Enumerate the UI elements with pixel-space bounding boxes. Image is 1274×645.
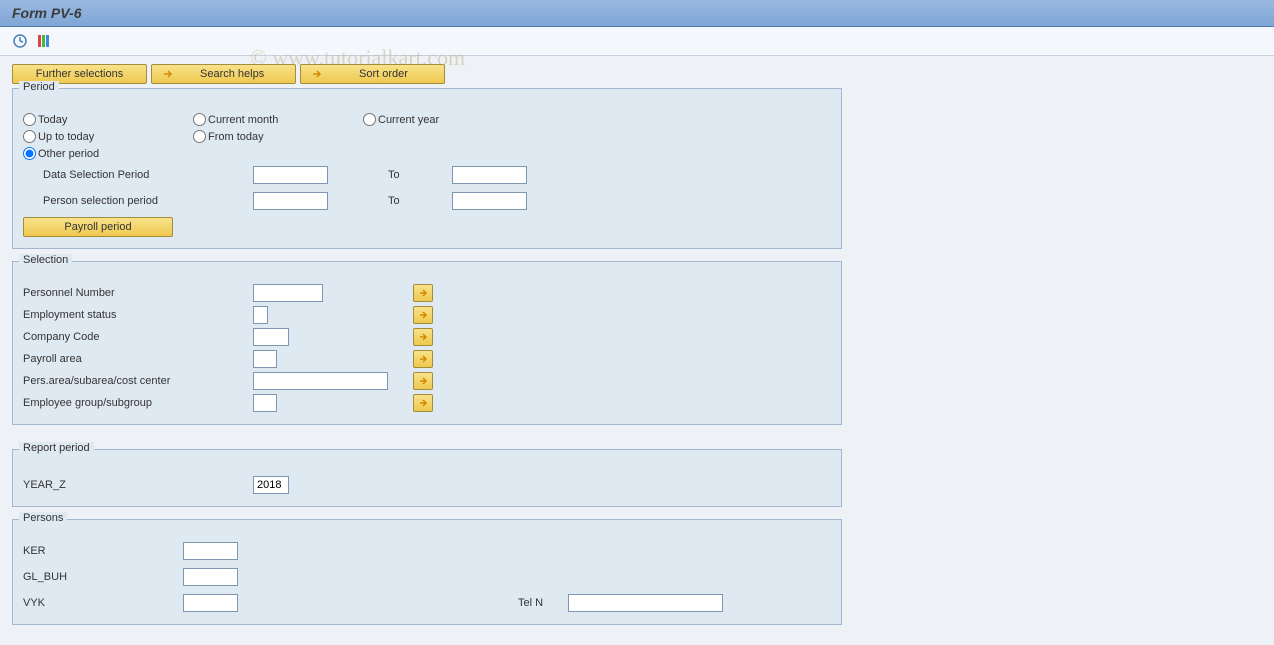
radio-current-year[interactable]: Current year <box>363 113 533 126</box>
persons-group: Persons KER GL_BUH VYK Tel N <box>12 519 842 625</box>
pers-area-label: Pers.area/subarea/cost center <box>23 375 253 387</box>
radio-current-month[interactable]: Current month <box>193 113 363 126</box>
arrow-right-icon <box>418 310 428 320</box>
list-icon[interactable] <box>36 33 52 49</box>
page-title: Form PV-6 <box>12 5 82 21</box>
toolbar <box>0 27 1274 56</box>
gl-buh-input[interactable] <box>183 568 238 586</box>
radio-label: From today <box>208 131 264 143</box>
radio-up-to-today[interactable]: Up to today <box>23 130 193 143</box>
arrow-right-icon <box>311 69 323 79</box>
arrow-right-icon <box>418 398 428 408</box>
arrow-right-icon <box>418 376 428 386</box>
ker-label: KER <box>23 545 183 557</box>
group-legend: Persons <box>19 512 67 524</box>
search-helps-button[interactable]: Search helps <box>151 64 296 84</box>
person-selection-from-input[interactable] <box>253 192 328 210</box>
radio-label: Current year <box>378 114 439 126</box>
arrow-right-icon <box>418 354 428 364</box>
radio-label: Today <box>38 114 67 126</box>
company-code-label: Company Code <box>23 331 253 343</box>
button-label: Further selections <box>36 68 123 80</box>
radio-up-to-today-input[interactable] <box>23 130 36 143</box>
personnel-number-input[interactable] <box>253 284 323 302</box>
employee-group-multi-button[interactable] <box>413 394 433 412</box>
ker-input[interactable] <box>183 542 238 560</box>
arrow-right-icon <box>162 69 174 79</box>
data-selection-to-input[interactable] <box>452 166 527 184</box>
data-selection-from-input[interactable] <box>253 166 328 184</box>
execute-icon[interactable] <box>12 33 28 49</box>
company-code-multi-button[interactable] <box>413 328 433 346</box>
period-group: Period Today Current month Current year … <box>12 88 842 249</box>
personnel-number-multi-button[interactable] <box>413 284 433 302</box>
person-selection-period-label: Person selection period <box>23 195 253 207</box>
button-label: Payroll period <box>64 221 131 233</box>
radio-current-month-input[interactable] <box>193 113 206 126</box>
group-legend: Period <box>19 81 59 93</box>
employment-status-input[interactable] <box>253 306 268 324</box>
radio-label: Other period <box>38 148 99 160</box>
employee-group-input[interactable] <box>253 394 277 412</box>
group-legend: Selection <box>19 254 72 266</box>
pers-area-multi-button[interactable] <box>413 372 433 390</box>
radio-today[interactable]: Today <box>23 113 193 126</box>
to-label: To <box>388 169 448 181</box>
radio-other-period-input[interactable] <box>23 147 36 160</box>
pers-area-input[interactable] <box>253 372 388 390</box>
personnel-number-label: Personnel Number <box>23 287 253 299</box>
radio-from-today-input[interactable] <box>193 130 206 143</box>
selection-group: Selection Personnel Number Employment st… <box>12 261 842 425</box>
button-row: Further selections Search helps Sort ord… <box>12 64 1262 84</box>
data-selection-period-label: Data Selection Period <box>23 169 253 181</box>
to-label: To <box>388 195 448 207</box>
button-label: Sort order <box>359 68 408 80</box>
tel-n-label: Tel N <box>518 597 568 609</box>
content-area: Further selections Search helps Sort ord… <box>0 56 1274 645</box>
year-z-label: YEAR_Z <box>23 479 253 491</box>
radio-label: Current month <box>208 114 278 126</box>
employee-group-label: Employee group/subgroup <box>23 397 253 409</box>
tel-n-input[interactable] <box>568 594 723 612</box>
radio-today-input[interactable] <box>23 113 36 126</box>
arrow-right-icon <box>418 332 428 342</box>
radio-from-today[interactable]: From today <box>193 130 363 143</box>
radio-other-period[interactable]: Other period <box>23 147 193 160</box>
vyk-input[interactable] <box>183 594 238 612</box>
payroll-area-input[interactable] <box>253 350 277 368</box>
person-selection-to-input[interactable] <box>452 192 527 210</box>
payroll-area-label: Payroll area <box>23 353 253 365</box>
sort-order-button[interactable]: Sort order <box>300 64 445 84</box>
radio-current-year-input[interactable] <box>363 113 376 126</box>
vyk-label: VYK <box>23 597 183 609</box>
employment-status-multi-button[interactable] <box>413 306 433 324</box>
payroll-area-multi-button[interactable] <box>413 350 433 368</box>
button-label: Search helps <box>200 68 264 80</box>
group-legend: Report period <box>19 442 94 454</box>
payroll-period-button[interactable]: Payroll period <box>23 217 173 237</box>
report-period-group: Report period YEAR_Z <box>12 449 842 507</box>
radio-label: Up to today <box>38 131 94 143</box>
title-bar: Form PV-6 <box>0 0 1274 27</box>
year-z-input[interactable] <box>253 476 289 494</box>
company-code-input[interactable] <box>253 328 289 346</box>
employment-status-label: Employment status <box>23 309 253 321</box>
gl-buh-label: GL_BUH <box>23 571 183 583</box>
arrow-right-icon <box>418 288 428 298</box>
